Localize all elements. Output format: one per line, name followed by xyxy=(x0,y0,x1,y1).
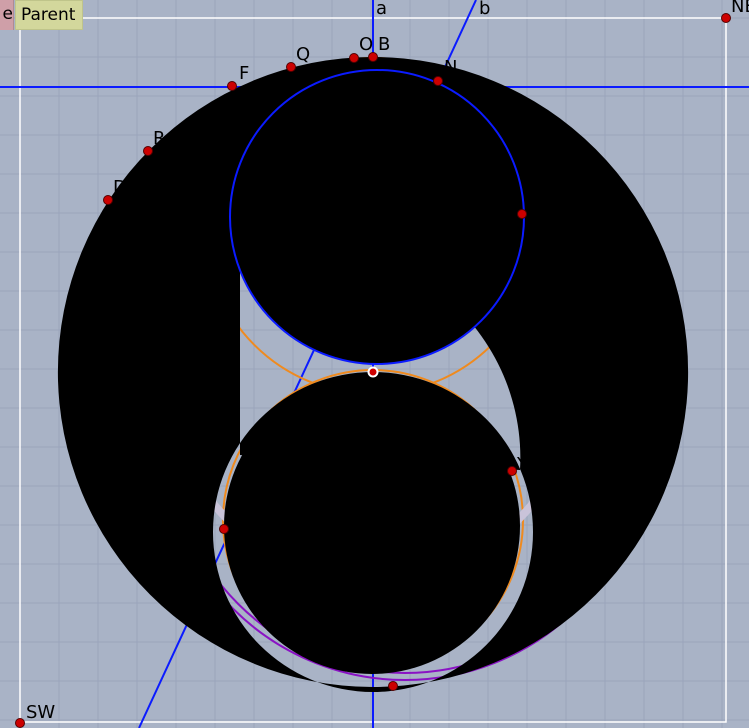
point-ne[interactable] xyxy=(721,13,731,23)
point-label-o: O xyxy=(359,34,373,55)
lower-disc[interactable] xyxy=(224,378,520,674)
point-label-ne: NE xyxy=(731,0,749,17)
point-label-d: D xyxy=(113,177,127,198)
unlabeled-point[interactable] xyxy=(388,681,398,691)
diagonal-axis-label: b xyxy=(479,0,490,19)
point-n[interactable] xyxy=(433,76,443,86)
point-d[interactable] xyxy=(103,195,113,205)
vertical-axis-label: a xyxy=(376,0,387,19)
geometry-canvas[interactable]: OB Q F N R D Z Y NE SW a b xyxy=(0,0,749,728)
point-b[interactable] xyxy=(368,52,378,62)
upper-disc[interactable] xyxy=(229,69,525,365)
parent-button[interactable]: Parent xyxy=(15,0,83,30)
point-label-r: R xyxy=(153,128,166,149)
point-label-sw: SW xyxy=(26,702,55,723)
point-f[interactable] xyxy=(227,81,237,91)
point-r[interactable] xyxy=(143,146,153,156)
point-label-z: Z xyxy=(527,191,539,212)
point-label-b: B xyxy=(378,34,390,55)
point-o[interactable] xyxy=(349,53,359,63)
unlabeled-point[interactable] xyxy=(219,524,229,534)
point-q[interactable] xyxy=(286,62,296,72)
point-label-q: Q xyxy=(296,44,310,65)
geometry-canvas-area[interactable]: OB Q F N R D Z Y NE SW a b e Parent xyxy=(0,0,749,728)
point-label-y: Y xyxy=(516,454,529,475)
point-y[interactable] xyxy=(507,466,517,476)
point-z[interactable] xyxy=(517,209,527,219)
point-label-f: F xyxy=(239,63,249,84)
point-sw[interactable] xyxy=(15,718,25,728)
previous-tab-tag[interactable]: e xyxy=(0,0,14,30)
point-label-n: N xyxy=(444,57,457,78)
unlabeled-point[interactable] xyxy=(367,366,379,378)
